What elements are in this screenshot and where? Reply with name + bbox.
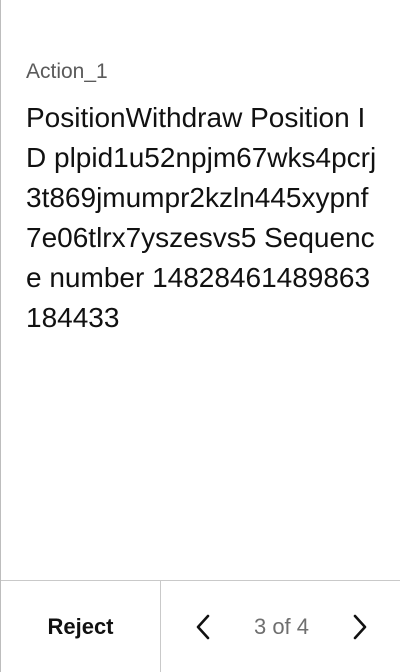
chevron-right-icon <box>353 614 367 639</box>
footer-bar: Reject 3 of 4 <box>1 580 400 672</box>
reject-button[interactable]: Reject <box>1 581 161 672</box>
chevron-left-icon <box>196 614 210 639</box>
prev-button[interactable] <box>187 611 219 643</box>
pagination: 3 of 4 <box>161 581 400 672</box>
action-message: PositionWithdraw Position ID plpid1u52np… <box>26 102 377 333</box>
action-content: Action_1 PositionWithdraw Position ID pl… <box>26 58 378 338</box>
page-counter: 3 of 4 <box>253 613 310 639</box>
action-title: Action_1 <box>26 60 108 83</box>
transaction-panel: Action_1 PositionWithdraw Position ID pl… <box>0 0 400 672</box>
next-button[interactable] <box>344 611 376 643</box>
